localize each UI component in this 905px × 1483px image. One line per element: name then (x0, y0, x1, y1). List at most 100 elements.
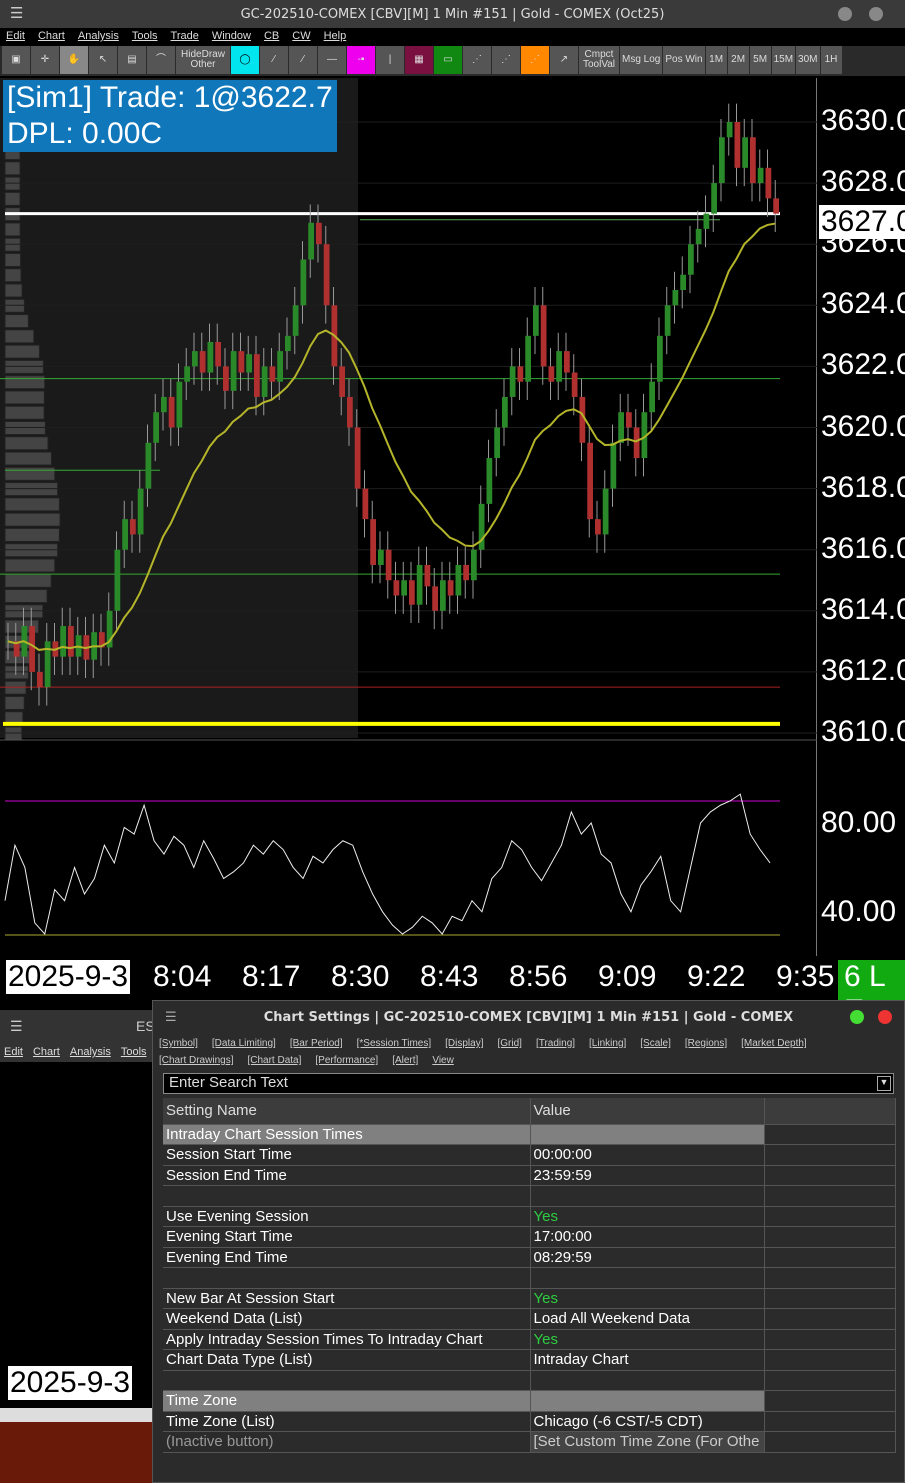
menu-tools[interactable]: Tools (132, 30, 158, 46)
setting-row[interactable]: Evening Start Time 17:00:00 (163, 1226, 896, 1248)
bg-menu-item[interactable]: Edit (4, 1046, 23, 1058)
section-header[interactable]: Intraday Chart Session Times (163, 1124, 896, 1145)
fib-extension-icon[interactable]: ⋰ (492, 46, 520, 74)
settings-tab[interactable]: [Bar Period] (290, 1038, 343, 1049)
setting-row[interactable]: Session End Time 23:59:59 (163, 1165, 896, 1186)
menu-help[interactable]: Help (324, 30, 347, 46)
settings-tab[interactable]: [Chart Data] (247, 1055, 301, 1066)
chevron-down-icon[interactable]: ▼ (877, 1076, 891, 1091)
setting-value[interactable]: 08:29:59 (530, 1247, 765, 1268)
cmpct-toolval-button[interactable]: Cmpct ToolVal (579, 46, 619, 74)
settings-tab[interactable]: [Display] (445, 1038, 483, 1049)
menu-cw[interactable]: CW (292, 30, 310, 46)
chart-settings-icon[interactable]: ▤ (118, 46, 146, 74)
search-input[interactable]: Enter Search Text ▼ (163, 1073, 894, 1094)
crosshair-icon[interactable]: ✛ (31, 46, 59, 74)
maximize-button[interactable] (850, 1010, 864, 1024)
bg-menu-item[interactable]: Tools (121, 1046, 147, 1058)
period-30M[interactable]: 30M (796, 46, 820, 74)
vertical-line-icon[interactable]: | (376, 46, 404, 74)
bg-scrollbar[interactable] (0, 1408, 152, 1422)
settings-tab[interactable]: [Linking] (589, 1038, 626, 1049)
setting-value[interactable] (530, 1390, 765, 1412)
settings-tab[interactable]: [Performance] (315, 1055, 378, 1066)
menu-window[interactable]: Window (212, 30, 251, 46)
menu-trade[interactable]: Trade (171, 30, 199, 46)
calculator-tool-icon[interactable]: ▦ (405, 46, 433, 74)
setting-value[interactable]: 17:00:00 (530, 1226, 765, 1248)
setting-row[interactable]: Chart Data Type (List) Intraday Chart (163, 1349, 896, 1371)
menu-icon[interactable]: ☰ (165, 1010, 177, 1025)
menu-icon[interactable]: ☰ (10, 1018, 23, 1034)
line-tool-icon[interactable]: ⁄ (260, 46, 288, 74)
period-5M[interactable]: 5M (749, 46, 771, 74)
setting-row[interactable]: New Bar At Session Start Yes (163, 1288, 896, 1309)
chart-canvas[interactable] (0, 78, 817, 956)
setting-row[interactable] (163, 1370, 896, 1391)
setting-row[interactable]: Weekend Data (List) Load All Weekend Data (163, 1308, 896, 1330)
save-icon[interactable]: ▣ (2, 46, 30, 74)
price-chart[interactable] (0, 78, 817, 956)
settings-tab[interactable]: View (432, 1055, 454, 1066)
section-header[interactable]: Time Zone (163, 1390, 896, 1412)
menu-chart[interactable]: Chart (38, 30, 65, 46)
setting-value[interactable] (530, 1370, 765, 1391)
setting-value[interactable]: Yes (530, 1206, 765, 1227)
setting-value[interactable] (530, 1185, 765, 1207)
settings-tab[interactable]: [Regions] (685, 1038, 727, 1049)
period-1M[interactable]: 1M (705, 46, 727, 74)
period-1H[interactable]: 1H (820, 46, 842, 74)
setting-row[interactable] (163, 1185, 896, 1207)
ray-tool-icon[interactable]: ⁄ (289, 46, 317, 74)
close-button[interactable] (878, 1010, 892, 1024)
horizontal-ray-icon[interactable]: -▪ (347, 46, 375, 74)
setting-value[interactable]: 23:59:59 (530, 1165, 765, 1186)
setting-value[interactable]: Yes (530, 1288, 765, 1309)
settings-tab[interactable]: [Symbol] (159, 1038, 198, 1049)
background-chart-window[interactable]: ☰ ES Edit Chart Analysis Tools 2025-9-3 (0, 1010, 155, 1483)
arrow-tool-icon[interactable]: ↗ (550, 46, 578, 74)
setting-value[interactable]: [Set Custom Time Zone (For Othe (530, 1431, 765, 1453)
price-scale[interactable]: 3627.0 80.00 40.00 3630.0 3628.0 3626.0 362… (818, 78, 905, 956)
setting-value[interactable]: Yes (530, 1329, 765, 1350)
setting-value[interactable]: Intraday Chart (530, 1349, 765, 1371)
menu-icon[interactable]: ☰ (10, 4, 23, 22)
setting-row[interactable]: Evening End Time 08:29:59 (163, 1247, 896, 1268)
settings-tab[interactable]: [Trading] (536, 1038, 575, 1049)
setting-value[interactable]: Chicago (-6 CST/-5 CDT) (530, 1411, 765, 1432)
minimize-button[interactable] (838, 7, 852, 21)
setting-value[interactable]: 00:00:00 (530, 1144, 765, 1166)
settings-tab[interactable]: [Grid] (497, 1038, 521, 1049)
settings-tab[interactable]: [Chart Drawings] (159, 1055, 233, 1066)
hand-tool-icon[interactable]: ✋ (60, 46, 88, 74)
fib-tool-icon[interactable]: ⋰ (463, 46, 491, 74)
setting-row[interactable]: (Inactive button) [Set Custom Time Zone (… (163, 1431, 896, 1453)
pointer-icon[interactable]: ↖ (89, 46, 117, 74)
bg-menu-item[interactable]: Analysis (70, 1046, 111, 1058)
hidedraw-button[interactable]: HideDraw Other (176, 46, 230, 74)
menu-analysis[interactable]: Analysis (78, 30, 119, 46)
pos-win-button[interactable]: Pos Win (663, 46, 705, 74)
setting-value[interactable]: Load All Weekend Data (530, 1308, 765, 1330)
rectangle-tool-icon[interactable]: ▭ (434, 46, 462, 74)
setting-row[interactable]: Time Zone (List) Chicago (-6 CST/-5 CDT) (163, 1411, 896, 1432)
menu-cb[interactable]: CB (264, 30, 279, 46)
menu-edit[interactable]: Edit (6, 30, 25, 46)
period-2M[interactable]: 2M (727, 46, 749, 74)
setting-row[interactable]: Apply Intraday Session Times To Intraday… (163, 1329, 896, 1350)
settings-tab[interactable]: [Scale] (640, 1038, 671, 1049)
setting-value[interactable] (530, 1267, 765, 1289)
msg-log-button[interactable]: Msg Log (620, 46, 663, 74)
setting-row[interactable]: Session Start Time 00:00:00 (163, 1144, 896, 1166)
setting-row[interactable] (163, 1267, 896, 1289)
horizontal-line-icon[interactable]: — (318, 46, 346, 74)
maximize-button[interactable] (869, 7, 883, 21)
ellipse-tool-icon[interactable]: ◯ (231, 46, 259, 74)
setting-row[interactable]: Use Evening Session Yes (163, 1206, 896, 1227)
settings-tab[interactable]: [Data Limiting] (212, 1038, 276, 1049)
period-15M[interactable]: 15M (771, 46, 796, 74)
bg-menu-item[interactable]: Chart (33, 1046, 60, 1058)
settings-tab[interactable]: [*Session Times] (357, 1038, 431, 1049)
fib-retrace-icon[interactable]: ⋰ (521, 46, 549, 74)
settings-tab[interactable]: [Market Depth] (741, 1038, 807, 1049)
